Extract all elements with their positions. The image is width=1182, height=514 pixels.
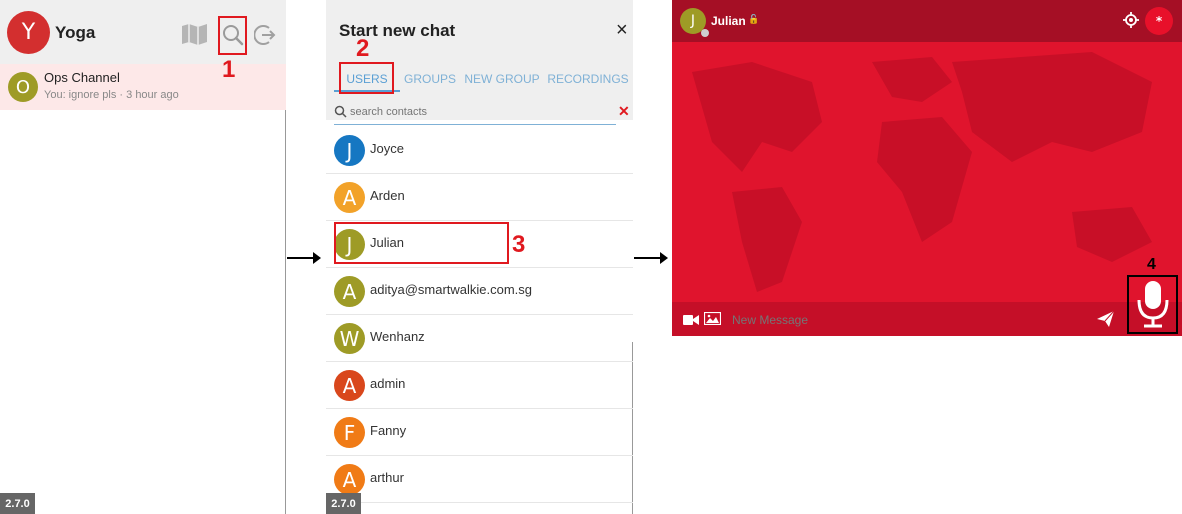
map-icon[interactable] xyxy=(181,23,208,45)
step-3-label: 3 xyxy=(512,231,526,258)
contact-avatar: F xyxy=(334,417,365,448)
contact-row[interactable]: F Fanny xyxy=(326,409,633,456)
close-icon[interactable]: × xyxy=(616,19,628,42)
contact-name: aditya@smartwalkie.com.sg xyxy=(370,282,533,297)
contact-name: Arden xyxy=(370,188,405,203)
highlight-users-tab xyxy=(339,62,394,94)
tab-recordings[interactable]: RECORDINGS xyxy=(544,66,632,92)
highlight-julian xyxy=(334,222,509,264)
channel-name: Ops Channel xyxy=(44,70,120,85)
search-contacts-input[interactable] xyxy=(348,102,612,122)
contact-avatar: A xyxy=(334,464,365,495)
send-icon[interactable] xyxy=(1097,310,1115,327)
version-badge: 2.7.0 xyxy=(0,493,35,514)
contact-avatar: W xyxy=(334,323,365,354)
channel-item[interactable]: O Ops Channel You: ignore pls · 3 hour a… xyxy=(0,64,286,110)
message-bar xyxy=(672,302,1182,336)
contact-row[interactable]: Aaditya@smartwalkie.com.sg xyxy=(326,268,633,315)
chat-header: J Julian 🔓 * xyxy=(672,0,1182,42)
contact-avatar: A xyxy=(334,370,365,401)
user-name: Yoga xyxy=(55,23,96,42)
video-icon[interactable] xyxy=(683,313,699,325)
contact-name: Wenhanz xyxy=(370,329,425,344)
image-icon[interactable] xyxy=(703,311,722,326)
contact-avatar: A xyxy=(334,276,365,307)
status-dot xyxy=(701,29,709,37)
highlight-mic xyxy=(1127,275,1178,334)
tab-new-group[interactable]: NEW GROUP xyxy=(460,66,544,92)
contact-row[interactable]: J Joyce xyxy=(326,127,633,174)
chat-list-panel: Y Yoga O Ops Channel You: ignore pls · 3… xyxy=(0,0,286,514)
clear-search-icon[interactable]: ✕ xyxy=(618,103,630,120)
contact-row[interactable]: Aarthur xyxy=(326,456,633,503)
contact-row[interactable]: A Arden xyxy=(326,174,633,221)
contact-name: Julian xyxy=(711,14,746,28)
location-icon[interactable] xyxy=(1123,12,1139,28)
channel-preview: You: ignore pls · 3 hour ago xyxy=(44,89,179,101)
lock-icon: 🔓 xyxy=(748,14,760,24)
contact-row[interactable]: W Wenhanz xyxy=(326,315,633,362)
search-bar xyxy=(334,100,616,125)
world-map-background xyxy=(692,52,1152,292)
contact-name: admin xyxy=(370,376,406,391)
version-badge: 2.7.0 xyxy=(326,493,361,514)
highlight-search xyxy=(218,16,247,55)
chat-panel: J Julian 🔓 * xyxy=(672,0,1182,336)
contact-avatar: J xyxy=(334,135,365,166)
contact-row[interactable]: Aadmin xyxy=(326,362,633,409)
contact-name: Fanny xyxy=(370,423,407,438)
arrow-right-icon xyxy=(287,252,321,264)
contact-name: arthur xyxy=(370,470,404,485)
step-4-label: 4 xyxy=(1147,256,1156,273)
arrow-right-icon xyxy=(634,252,668,264)
search-icon xyxy=(334,105,347,118)
menu-badge[interactable]: * xyxy=(1145,7,1173,35)
contact-name: Joyce xyxy=(370,141,404,156)
user-avatar[interactable]: Y xyxy=(7,11,50,54)
contact-avatar: A xyxy=(334,182,365,213)
step-1-label: 1 xyxy=(222,56,236,83)
step-2-label: 2 xyxy=(356,35,370,62)
tab-groups[interactable]: GROUPS xyxy=(400,66,460,92)
channel-avatar: O xyxy=(8,72,38,102)
logout-icon[interactable] xyxy=(253,24,276,46)
message-input[interactable] xyxy=(730,310,1034,330)
